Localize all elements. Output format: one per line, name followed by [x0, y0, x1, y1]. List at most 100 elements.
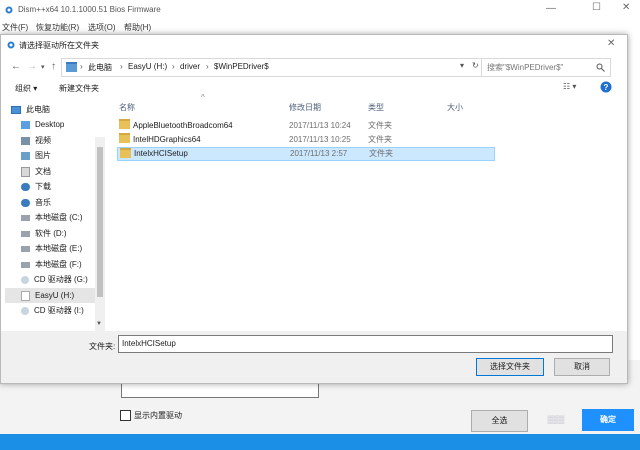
dialog-gear-icon — [7, 41, 15, 49]
app-title: Dism++x64 10.1.1000.51 Bios Firmware — [18, 5, 161, 14]
menu-file[interactable]: 文件(F) — [2, 22, 28, 33]
file-date: 2017/11/13 10:24 — [289, 121, 351, 130]
checkbox-icon[interactable] — [120, 410, 131, 422]
tree-item-label: 软件 (D:) — [35, 229, 67, 238]
tree-item-label: Desktop — [35, 120, 65, 129]
dialog-footer: 文件夹: IntelxHCISetup 选择文件夹 取消 — [1, 331, 627, 383]
scroll-down-icon[interactable]: ▼ — [96, 321, 102, 327]
file-type: 文件夹 — [369, 149, 393, 158]
music-folder-icon — [21, 198, 30, 207]
file-date: 2017/11/13 10:25 — [289, 135, 351, 144]
tree-item-label: 本地磁盘 (F:) — [35, 260, 82, 269]
search-placeholder: 搜索"$WinPEDriver$" — [487, 63, 564, 72]
column-header-date[interactable]: 修改日期 — [289, 102, 321, 113]
breadcrumb-easyu[interactable]: EasyU (H:) — [128, 62, 167, 71]
close-icon[interactable]: ✕ — [622, 2, 630, 13]
search-box[interactable]: 搜索"$WinPEDriver$" — [481, 58, 611, 77]
file-name: IntelHDGraphics64 — [133, 135, 201, 144]
breadcrumb-this-pc[interactable]: 此电脑 — [88, 62, 112, 73]
maximize-icon[interactable]: ☐ — [592, 2, 601, 13]
minimize-icon[interactable]: — — [546, 3, 556, 14]
file-name: AppleBluetoothBroadcom64 — [133, 121, 233, 130]
tree-item-label: 视频 — [35, 136, 51, 145]
tree-item-label: 此电脑 — [26, 105, 50, 114]
dialog-close-icon[interactable]: ✕ — [607, 38, 615, 49]
list-item[interactable]: IntelHDGraphics64 2017/11/13 10:25 文件夹 — [117, 133, 493, 147]
file-date: 2017/11/13 2:57 — [290, 149, 348, 158]
desktop-folder-icon — [21, 120, 30, 129]
organize-button[interactable]: 组织 ▾ — [15, 83, 37, 94]
new-folder-button[interactable]: 新建文件夹 — [59, 83, 99, 94]
up-arrow-icon[interactable]: ↑ — [51, 61, 56, 72]
sort-up-icon: ^ — [201, 93, 205, 102]
folder-field-label: 文件夹: — [89, 342, 116, 351]
usb-drive-icon — [21, 290, 30, 301]
folder-name-input[interactable]: IntelxHCISetup — [118, 335, 613, 353]
breadcrumb-driver[interactable]: driver — [180, 62, 200, 71]
tree-item-label: 本地磁盘 (C:) — [35, 213, 83, 222]
tree-item-label: 文档 — [35, 167, 51, 176]
nav-scrollbar-thumb[interactable] — [97, 147, 103, 297]
folder-icon — [66, 62, 77, 72]
back-arrow-icon[interactable]: ← — [11, 61, 21, 72]
file-name: IntelxHCISetup — [134, 149, 188, 158]
tree-item-this-pc[interactable]: 此电脑 — [11, 102, 101, 117]
list-item[interactable]: AppleBluetoothBroadcom64 2017/11/13 10:2… — [117, 119, 493, 133]
column-header-name[interactable]: 名称 — [119, 102, 135, 113]
tree-item-label: EasyU (H:) — [35, 291, 75, 300]
video-folder-icon — [21, 136, 30, 145]
select-all-button[interactable]: 全选 — [471, 410, 528, 432]
dialog-title-bar: 请选择驱动所在文件夹 ✕ — [1, 35, 627, 55]
download-folder-icon — [21, 182, 30, 191]
navigation-pane: 此电脑 Desktop 视频 图片 文档 下载 音乐 本地磁盘 (C:) 软件 … — [5, 99, 97, 329]
breadcrumb-winpedriver[interactable]: $WinPEDriver$ — [214, 62, 269, 71]
menu-help[interactable]: 帮助(H) — [124, 22, 151, 33]
search-icon — [596, 63, 605, 72]
address-bar[interactable]: › 此电脑 › EasyU (H:) › driver › $WinPEDriv… — [61, 58, 485, 77]
command-bar: 组织 ▾ 新建文件夹 ☷ ▾ ? — [1, 79, 627, 97]
dialog-title: 请选择驱动所在文件夹 — [19, 41, 99, 50]
forward-arrow-icon[interactable]: → — [27, 61, 37, 72]
tree-item-label: CD 驱动器 (G:) — [34, 275, 88, 284]
tree-item-label: 图片 — [35, 151, 51, 160]
file-type: 文件夹 — [368, 121, 392, 130]
breadcrumb-chevron-icon: › — [120, 62, 123, 71]
address-row: ← → ▾ ↑ › 此电脑 › EasyU (H:) › driver › $W… — [1, 57, 627, 79]
file-list: ^ 名称 修改日期 类型 大小 AppleBluetoothBroadcom64… — [117, 93, 597, 339]
computer-icon — [11, 105, 21, 114]
refresh-icon[interactable]: ↻ — [472, 61, 479, 70]
document-folder-icon — [21, 166, 30, 177]
recent-chevron-icon[interactable]: ▾ — [41, 63, 45, 71]
ok-button[interactable]: 确定 — [582, 409, 634, 431]
view-options-icon[interactable]: ☷ ▾ — [563, 82, 576, 91]
drive-icon — [21, 214, 30, 221]
column-header-type[interactable]: 类型 — [368, 102, 384, 113]
show-builtin-label: 显示内置驱动 — [134, 411, 182, 420]
list-item-selected[interactable]: IntelxHCISetup 2017/11/13 2:57 文件夹 — [117, 147, 495, 161]
blurred-button[interactable]: ▒▒▒ — [536, 410, 576, 430]
column-header-size[interactable]: 大小 — [447, 102, 463, 113]
app-menu-bar: 文件(F) 恢复功能(R) 选项(O) 帮助(H) — [0, 20, 640, 34]
tree-item-desktop[interactable]: Desktop — [21, 117, 111, 132]
app-title-bar: Dism++x64 10.1.1000.51 Bios Firmware — ☐… — [0, 0, 640, 20]
folder-picker-dialog: 请选择驱动所在文件夹 ✕ ← → ▾ ↑ › 此电脑 › EasyU (H:) … — [0, 34, 628, 384]
tree-item-label: 本地磁盘 (E:) — [35, 244, 83, 253]
tree-item-label: CD 驱动器 (I:) — [34, 306, 84, 315]
tree-item-easyu[interactable]: EasyU (H:) — [5, 288, 95, 303]
breadcrumb-chevron-icon: › — [80, 62, 83, 71]
cancel-button[interactable]: 取消 — [554, 358, 610, 376]
menu-restore[interactable]: 恢复功能(R) — [36, 22, 79, 33]
cd-drive-icon — [21, 275, 29, 284]
drive-icon — [21, 230, 30, 237]
drive-icon — [21, 245, 30, 252]
show-builtin-drivers-checkbox[interactable]: 显示内置驱动 — [120, 410, 182, 422]
taskbar — [0, 434, 640, 450]
tree-item-label: 下载 — [35, 182, 51, 191]
menu-options[interactable]: 选项(O) — [88, 22, 116, 33]
address-dropdown-icon[interactable]: ▾ — [460, 61, 464, 70]
file-type: 文件夹 — [368, 135, 392, 144]
help-icon[interactable]: ? — [600, 81, 612, 93]
cd-drive-icon — [21, 306, 29, 315]
select-folder-button[interactable]: 选择文件夹 — [476, 358, 544, 376]
breadcrumb-chevron-icon: › — [172, 62, 175, 71]
